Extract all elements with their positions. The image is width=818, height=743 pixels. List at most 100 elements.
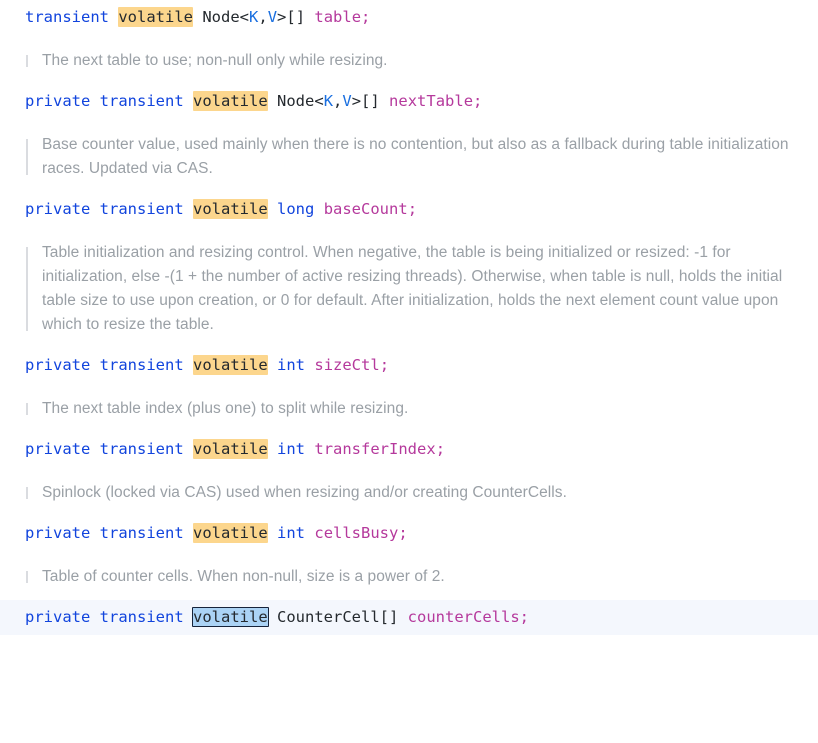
code-token: ; xyxy=(473,92,482,110)
code-token: ; xyxy=(436,440,445,458)
code-token: K xyxy=(249,8,258,26)
code-token: >[] xyxy=(277,8,314,26)
code-token: table xyxy=(314,8,361,26)
code-token: private xyxy=(25,92,90,110)
code-token xyxy=(268,440,277,458)
search-match[interactable]: volatile xyxy=(193,355,268,375)
spacer xyxy=(0,119,818,133)
code-token: K xyxy=(324,92,333,110)
code-token: , xyxy=(258,8,267,26)
code-line-transferIndex[interactable]: private transient volatile int transferI… xyxy=(0,432,818,467)
spacer xyxy=(0,589,818,600)
search-match[interactable]: volatile xyxy=(193,199,268,219)
code-token xyxy=(268,524,277,542)
code-token xyxy=(305,524,314,542)
code-token: ; xyxy=(361,8,370,26)
code-token xyxy=(268,356,277,374)
code-token: < xyxy=(240,8,249,26)
code-line-cellsBusy[interactable]: private transient volatile int cellsBusy… xyxy=(0,516,818,551)
code-token: transient xyxy=(100,356,184,374)
code-token: transient xyxy=(100,92,184,110)
code-token: V xyxy=(342,92,351,110)
code-token xyxy=(268,200,277,218)
doc-comment-text: Spinlock (locked via CAS) used when resi… xyxy=(42,481,798,505)
search-match-current[interactable]: volatile xyxy=(192,607,269,627)
doc-comment-sizeCtl: Table initialization and resizing contro… xyxy=(0,241,818,337)
code-token: sizeCtl xyxy=(314,356,379,374)
code-token: transient xyxy=(100,524,184,542)
spacer xyxy=(0,467,818,481)
spacer xyxy=(0,181,818,192)
code-token xyxy=(90,92,99,110)
code-line-counterCells[interactable]: private transient volatile CounterCell[]… xyxy=(0,600,818,635)
code-token: transferIndex xyxy=(314,440,435,458)
code-token: ; xyxy=(398,524,407,542)
code-line-baseCount[interactable]: private transient volatile long baseCoun… xyxy=(0,192,818,227)
code-token xyxy=(193,8,202,26)
code-token: private xyxy=(25,440,90,458)
code-token: , xyxy=(333,92,342,110)
code-token: int xyxy=(277,440,305,458)
code-token: transient xyxy=(100,440,184,458)
code-token: >[] xyxy=(352,92,389,110)
code-token xyxy=(268,92,277,110)
code-token xyxy=(90,608,99,626)
code-token xyxy=(90,356,99,374)
spacer xyxy=(0,73,818,84)
spacer xyxy=(0,337,818,348)
code-token: ; xyxy=(408,200,417,218)
code-token: private xyxy=(25,524,90,542)
code-token xyxy=(184,200,193,218)
code-token: ; xyxy=(380,356,389,374)
code-token xyxy=(90,200,99,218)
code-token: transient xyxy=(100,200,184,218)
code-token xyxy=(305,356,314,374)
doc-comment-text: Table of counter cells. When non-null, s… xyxy=(42,565,798,589)
code-token xyxy=(314,200,323,218)
code-token xyxy=(184,524,193,542)
code-token: ; xyxy=(520,608,529,626)
doc-comment-text: The next table to use; non-null only whi… xyxy=(42,49,798,73)
code-token: transient xyxy=(25,8,109,26)
search-match[interactable]: volatile xyxy=(193,439,268,459)
code-token: counterCells xyxy=(408,608,520,626)
code-token: int xyxy=(277,524,305,542)
code-document: transient volatile Node<K,V>[] table;The… xyxy=(0,0,818,635)
code-token: Node xyxy=(277,92,314,110)
doc-comment-counterCells: Table of counter cells. When non-null, s… xyxy=(0,565,818,589)
code-line-sizeCtl[interactable]: private transient volatile int sizeCtl; xyxy=(0,348,818,383)
spacer xyxy=(0,227,818,241)
code-token: V xyxy=(268,8,277,26)
code-token: Node xyxy=(202,8,239,26)
code-token: private xyxy=(25,200,90,218)
code-token: private xyxy=(25,608,90,626)
doc-comment-text: Base counter value, used mainly when the… xyxy=(42,133,798,181)
code-token: nextTable xyxy=(389,92,473,110)
spacer xyxy=(0,551,818,565)
search-match[interactable]: volatile xyxy=(193,523,268,543)
code-line-nextTable[interactable]: private transient volatile Node<K,V>[] n… xyxy=(0,84,818,119)
code-token xyxy=(184,356,193,374)
doc-comment-baseCount: Base counter value, used mainly when the… xyxy=(0,133,818,181)
code-token: int xyxy=(277,356,305,374)
spacer xyxy=(0,35,818,49)
code-token xyxy=(90,440,99,458)
code-token xyxy=(268,608,277,626)
code-token: private xyxy=(25,356,90,374)
code-token: baseCount xyxy=(324,200,408,218)
code-token xyxy=(184,92,193,110)
doc-comment-transferIndex: The next table index (plus one) to split… xyxy=(0,397,818,421)
code-token xyxy=(305,440,314,458)
doc-comment-cellsBusy: Spinlock (locked via CAS) used when resi… xyxy=(0,481,818,505)
spacer xyxy=(0,505,818,516)
code-token xyxy=(184,440,193,458)
doc-comment-nextTable: The next table to use; non-null only whi… xyxy=(0,49,818,73)
search-match[interactable]: volatile xyxy=(193,91,268,111)
code-token: < xyxy=(314,92,323,110)
code-token: long xyxy=(277,200,314,218)
code-token: cellsBusy xyxy=(314,524,398,542)
code-token: CounterCell xyxy=(277,608,380,626)
code-line-table[interactable]: transient volatile Node<K,V>[] table; xyxy=(0,0,818,35)
search-match[interactable]: volatile xyxy=(118,7,193,27)
doc-comment-text: The next table index (plus one) to split… xyxy=(42,397,798,421)
